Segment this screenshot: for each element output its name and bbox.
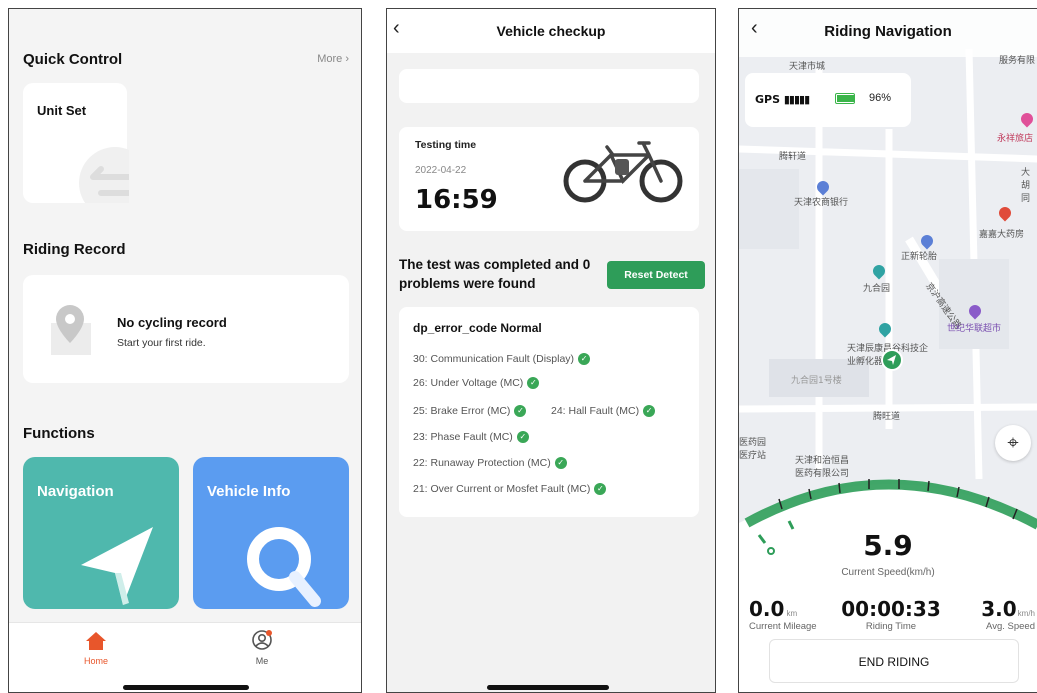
avg-speed-unit: km/h [1017, 609, 1035, 618]
search-magnifier-icon [247, 527, 321, 607]
reset-detect-button[interactable]: Reset Detect [607, 261, 705, 289]
home-screen: Quick Control More › Unit Set Riding Rec… [8, 8, 362, 693]
fault-item: 25: Brake Error (MC) ✓ [413, 405, 527, 418]
no-record-subtitle: Start your first ride. [117, 337, 206, 349]
map-label: 九合园 [863, 284, 891, 294]
home-indicator [487, 685, 609, 690]
swap-icon [79, 147, 129, 203]
testing-time-label: Testing time [415, 139, 477, 151]
more-link[interactable]: More › [317, 53, 349, 65]
check-icon: ✓ [594, 483, 607, 496]
check-icon: ✓ [554, 457, 567, 470]
battery-percent: 96% [869, 92, 892, 104]
tab-me-label: Me [255, 656, 269, 666]
riding-time-label: Riding Time [865, 621, 917, 632]
map-label: 九合园1号楼 [791, 376, 842, 386]
fault-item: 26: Under Voltage (MC) ✓ [413, 377, 540, 390]
vehicle-info-label: Vehicle Info [207, 483, 291, 500]
home-indicator [123, 685, 249, 690]
map-label: 腾轩道 [779, 152, 807, 162]
unit-set-card[interactable]: Unit Set [23, 83, 129, 203]
mileage-unit: km [786, 609, 798, 618]
unit-set-label: Unit Set [37, 103, 87, 118]
check-icon: ✓ [527, 377, 540, 390]
check-icon: ✓ [643, 405, 656, 418]
test-date: 2022-04-22 [415, 165, 467, 176]
end-riding-button[interactable]: END RIDING [769, 639, 1019, 683]
map-label: 大胡同 [1021, 168, 1031, 204]
mileage-value: 0.0 [749, 597, 785, 621]
navigation-label: Navigation [37, 483, 114, 500]
riding-record-card: No cycling record Start your first ride. [23, 275, 349, 383]
map-label: 医药园医疗站 [739, 438, 767, 461]
map-label: 服务有限 [998, 56, 1035, 66]
quick-control-title: Quick Control [23, 51, 123, 68]
check-icon: ✓ [514, 405, 527, 418]
test-result-text: The test was completed and 0 problems we… [399, 257, 591, 291]
tab-home[interactable]: Home [71, 631, 121, 666]
current-speed-label: Current Speed(km/h) [841, 567, 935, 578]
riding-navigation-screen: ‹ Riding Navigation 服务有限 天津市城 腾轩道 永祥旅店 天… [738, 8, 1037, 693]
fault-item: 24: Hall Fault (MC) ✓ [551, 405, 656, 418]
check-icon: ✓ [578, 353, 591, 366]
riding-time-stat: 00:00:33 Riding Time [841, 597, 941, 632]
navigation-card[interactable]: Navigation [23, 457, 179, 609]
vehicle-info-card[interactable]: Vehicle Info [193, 457, 349, 609]
map-label: 嘉嘉大药房 [979, 230, 1025, 240]
map-label: 天津市城 [789, 62, 826, 72]
fault-item: 23: Phase Fault (MC) ✓ [413, 431, 529, 444]
riding-time-value: 00:00:33 [841, 597, 941, 621]
current-speed-value: 5.9 [863, 529, 913, 562]
current-mileage-stat: 0.0 km Current Mileage [749, 597, 817, 632]
battery-icon [835, 93, 855, 104]
vehicle-checkup-screen: ‹ Vehicle checkup Testing time 2022-04-2… [386, 8, 716, 693]
no-record-title: No cycling record [117, 315, 227, 330]
error-code-header: dp_error_code Normal [413, 321, 542, 335]
gps-label: GPS [755, 93, 781, 106]
map-label: 世纪华联超市 [947, 324, 1002, 334]
fault-item: 22: Runaway Protection (MC) ✓ [413, 457, 567, 470]
testing-time-card: Testing time 2022-04-22 16:59 [399, 127, 699, 231]
signal-icon: ▮▮▮▮▮ [783, 93, 810, 106]
avg-speed-label: Avg. Speed [986, 621, 1035, 632]
fault-item: 21: Over Current or Mosfet Fault (MC) ✓ [413, 483, 607, 496]
page-title: Vehicle checkup [496, 23, 606, 39]
battery-fill [837, 95, 855, 102]
mileage-label: Current Mileage [749, 621, 817, 632]
fault-item: 30: Communication Fault (Display) ✓ [413, 353, 591, 366]
status-bar-card [399, 69, 699, 103]
navigation-arrow-icon [81, 527, 153, 605]
functions-title: Functions [23, 425, 95, 442]
gps-status-card: GPS ▮▮▮▮▮ 96% [745, 73, 911, 127]
page-title: Riding Navigation [824, 23, 952, 40]
avg-speed-stat: 3.0km/h Avg. Speed [981, 597, 1035, 632]
riding-record-title: Riding Record [23, 241, 126, 258]
more-label: More [317, 53, 343, 65]
map-label: 正新轮胎 [901, 252, 938, 262]
map-pin-icon [51, 305, 91, 355]
home-icon [86, 632, 106, 650]
avg-speed-value: 3.0 [981, 597, 1017, 621]
test-time: 16:59 [415, 185, 498, 215]
check-icon: ✓ [516, 431, 529, 444]
error-code-card: dp_error_code Normal 30: Communication F… [399, 307, 699, 517]
user-icon [252, 630, 272, 650]
map-label: 永祥旅店 [997, 134, 1034, 144]
chevron-right-icon: › [345, 53, 349, 65]
current-location-icon [881, 349, 903, 371]
e-bike-image [563, 141, 683, 203]
map-label: 腾旺道 [873, 412, 901, 422]
tab-me[interactable]: Me [237, 629, 287, 666]
map-label: 天津农商银行 [794, 198, 849, 208]
gps-indicator: GPS ▮▮▮▮▮ [755, 93, 810, 106]
bottom-tab-bar: Home Me [9, 622, 361, 692]
locate-me-button[interactable]: ⌖ [995, 425, 1031, 461]
tab-home-label: Home [83, 656, 108, 666]
